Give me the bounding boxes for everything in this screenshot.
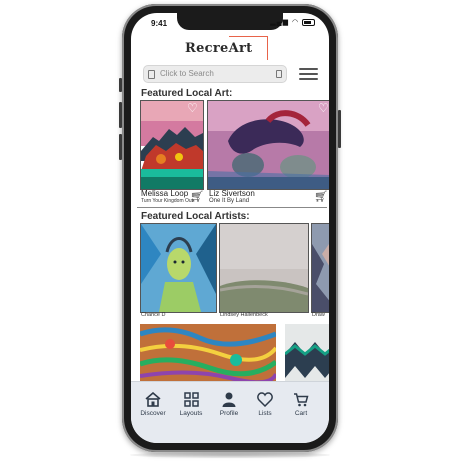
artist-image-lindsey-hallenbeck[interactable]: [219, 223, 309, 313]
phone-volume-up: [119, 102, 122, 128]
tab-label: Cart: [294, 410, 308, 417]
battery-icon: [302, 18, 315, 26]
hamburger-menu-icon[interactable]: [299, 68, 318, 81]
app-screen: 9:41 ▂▄▆ ◠ RecreArt Click to Search Feat…: [131, 13, 329, 443]
phone-icon: [148, 70, 155, 79]
art-title: Turn Your Kingdom Out: [141, 198, 194, 204]
search-input[interactable]: Click to Search: [160, 69, 214, 78]
app-logo: RecreArt: [185, 41, 253, 56]
phone-notch: [177, 13, 283, 30]
bottom-tab-bar: Discover Layouts Profile Lists Cart: [131, 381, 329, 443]
art-thumbnail: [208, 101, 329, 189]
add-to-cart-icon[interactable]: 🛒︎: [190, 190, 204, 203]
art-image-geometric[interactable]: [285, 324, 329, 384]
person-icon: [222, 392, 236, 407]
tab-layouts[interactable]: Layouts: [175, 392, 207, 417]
wifi-icon: ◠: [291, 19, 300, 26]
favorite-heart-icon[interactable]: ♡: [187, 101, 198, 115]
section-title-featured-art: Featured Local Art:: [141, 88, 233, 99]
art-image-liz-sivertson[interactable]: [207, 100, 329, 190]
grid-icon: [183, 392, 199, 407]
camera-icon[interactable]: [276, 70, 282, 78]
favorite-heart-icon[interactable]: ♡: [318, 101, 329, 115]
phone-mute-switch: [119, 78, 122, 92]
art-thumbnail: [141, 224, 216, 312]
tab-label: Lists: [258, 410, 272, 417]
phone-power-button: [338, 110, 341, 148]
tab-cart[interactable]: Cart: [285, 392, 317, 417]
art-title: One It By Land: [209, 198, 250, 204]
phone-volume-down: [119, 134, 122, 160]
artist-name[interactable]: Lindsey Hallenbeck: [220, 312, 268, 318]
status-icons: ▂▄▆ ◠: [270, 18, 315, 26]
art-thumbnail: [285, 324, 329, 384]
art-image-abstract-colorful[interactable]: [140, 324, 276, 384]
home-icon: [145, 392, 161, 407]
phone-shadow: [130, 452, 330, 458]
art-artist-name[interactable]: Melissa Loop: [141, 189, 188, 198]
status-time: 9:41: [151, 19, 168, 28]
signal-icon: ▂▄▆: [270, 19, 289, 26]
art-thumbnail: [220, 224, 308, 312]
cart-icon: [294, 393, 309, 407]
tab-label: Profile: [219, 410, 239, 417]
tab-label: Discover: [140, 410, 166, 417]
tab-lists[interactable]: Lists: [249, 392, 281, 417]
tab-profile[interactable]: Profile: [213, 392, 245, 417]
artist-name[interactable]: Chance D: [141, 312, 165, 318]
tab-label: Layouts: [179, 410, 203, 417]
artist-image-chance-d[interactable]: [140, 223, 217, 313]
art-artist-name[interactable]: Liz Sivertson: [209, 189, 255, 198]
tab-discover[interactable]: Discover: [137, 392, 169, 417]
artist-name[interactable]: Draw: [312, 312, 325, 318]
search-bar[interactable]: Click to Search: [143, 65, 287, 83]
section-title-featured-artists: Featured Local Artists:: [141, 211, 250, 222]
art-thumbnail: [312, 224, 329, 312]
art-thumbnail: [140, 324, 276, 384]
add-to-cart-icon[interactable]: 🛒︎: [314, 190, 328, 203]
section-divider: [137, 207, 327, 208]
artist-image-draw[interactable]: [311, 223, 329, 313]
heart-icon: [257, 392, 273, 407]
